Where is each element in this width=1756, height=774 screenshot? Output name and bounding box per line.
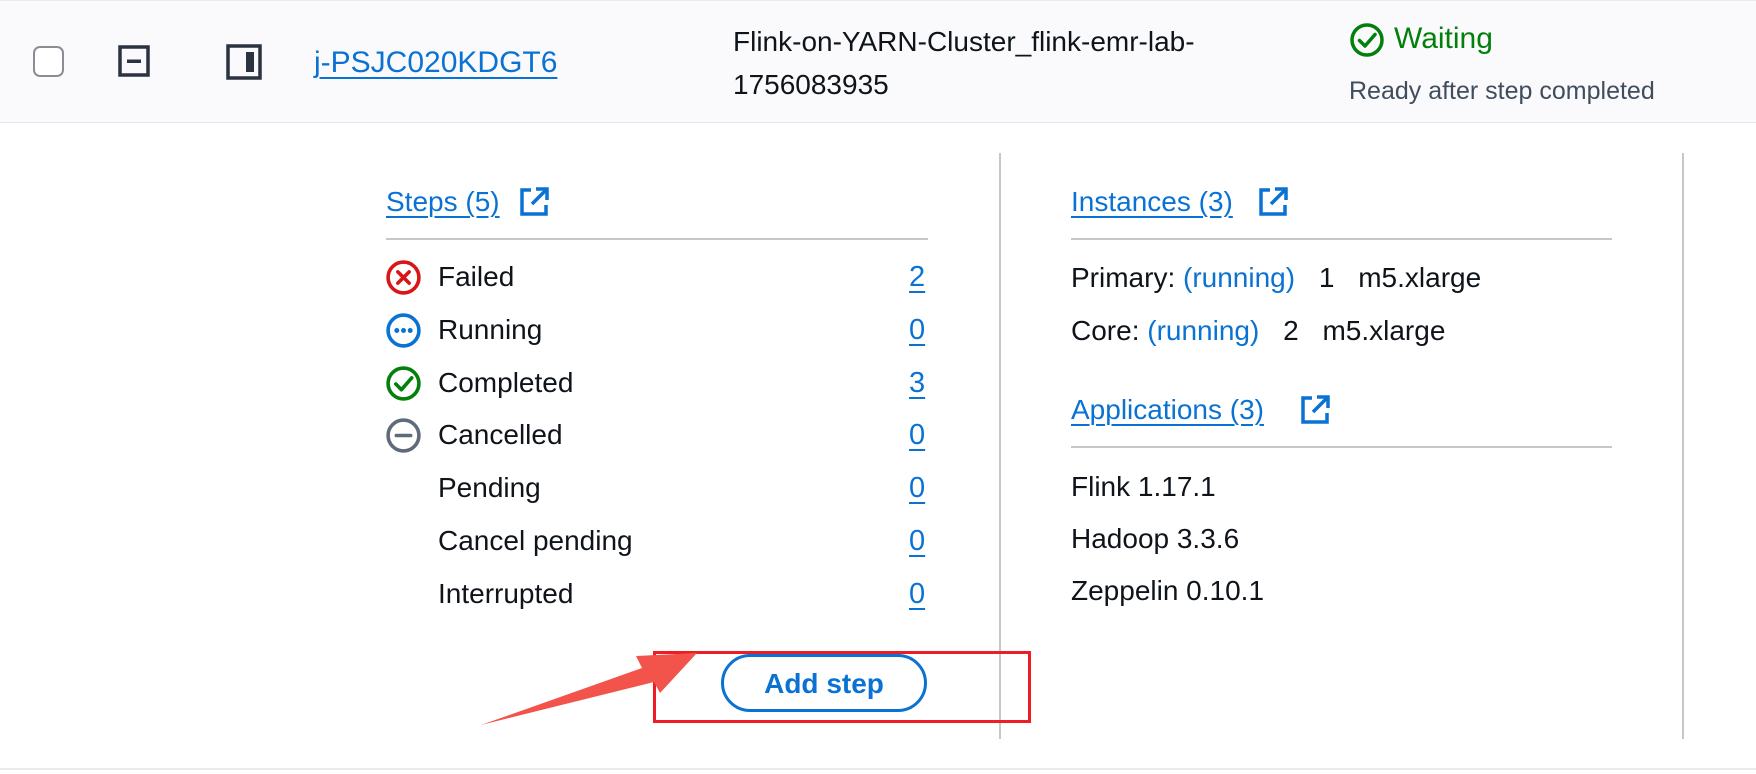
external-link-icon[interactable] — [1298, 393, 1332, 427]
core-instance-row: Core: (running) 2 m5.xlarge — [1071, 314, 1445, 348]
step-status-label: Cancelled — [438, 419, 563, 450]
application-item: Zeppelin 0.10.1 — [1071, 575, 1265, 606]
step-count-link[interactable]: 0 — [909, 313, 925, 347]
cluster-name-line2: 1756083935 — [733, 69, 889, 100]
applications-divider — [1071, 446, 1612, 448]
step-count-link[interactable]: 0 — [909, 418, 925, 452]
column-divider — [1682, 153, 1684, 739]
external-link-icon[interactable] — [517, 185, 551, 219]
primary-count: 1 — [1318, 262, 1335, 293]
application-item: Flink 1.17.1 — [1071, 471, 1216, 502]
step-count-link[interactable]: 0 — [909, 577, 925, 611]
step-status-label: Cancel pending — [438, 525, 633, 556]
cluster-row: j-PSJC020KDGT6 Flink-on-YARN-Cluster_fli… — [0, 0, 1756, 123]
add-step-button[interactable]: Add step — [721, 654, 927, 712]
step-count-link[interactable]: 2 — [909, 260, 925, 294]
ellipsis-circle-icon — [386, 313, 421, 348]
instances-link[interactable]: Instances (3) — [1071, 185, 1233, 219]
check-circle-icon — [386, 366, 421, 401]
primary-instance-type: m5.xlarge — [1358, 262, 1482, 293]
steps-divider — [386, 238, 928, 240]
x-circle-icon — [386, 260, 421, 295]
core-count: 2 — [1283, 315, 1299, 346]
row-select-checkbox[interactable] — [33, 46, 64, 77]
primary-state-link[interactable]: (running) — [1183, 262, 1295, 293]
step-status-label: Running — [438, 314, 543, 345]
cluster-status-detail: Ready after step completed — [1349, 77, 1655, 105]
step-status-label: Failed — [438, 261, 515, 292]
primary-label: Primary: — [1071, 262, 1176, 293]
collapse-row-icon[interactable] — [118, 45, 152, 79]
split-panel-icon[interactable] — [226, 44, 264, 80]
steps-link[interactable]: Steps (5) — [386, 185, 500, 219]
application-item: Hadoop 3.3.6 — [1071, 523, 1240, 554]
applications-link[interactable]: Applications (3) — [1071, 393, 1264, 427]
core-label: Core: — [1071, 315, 1140, 346]
minus-circle-icon — [386, 418, 421, 453]
step-count-link[interactable]: 0 — [909, 524, 925, 558]
external-link-icon[interactable] — [1256, 185, 1290, 219]
cluster-status: Waiting — [1394, 22, 1493, 55]
core-state-link[interactable]: (running) — [1147, 315, 1259, 346]
instances-divider — [1071, 238, 1612, 240]
step-count-link[interactable]: 3 — [909, 366, 925, 400]
row-bottom-border — [0, 768, 1756, 770]
step-status-label: Pending — [438, 472, 541, 503]
step-count-link[interactable]: 0 — [909, 471, 925, 505]
status-check-circle-icon — [1350, 23, 1384, 57]
step-status-label: Interrupted — [438, 578, 574, 609]
annotation-arrow-icon — [481, 653, 697, 725]
step-status-label: Completed — [438, 367, 574, 398]
primary-instance-row: Primary: (running) 1 m5.xlarge — [1071, 261, 1481, 295]
core-instance-type: m5.xlarge — [1322, 315, 1446, 346]
cluster-name-line1: Flink-on-YARN-Cluster_flink-emr-lab- — [733, 26, 1195, 57]
cluster-id-link[interactable]: j-PSJC020KDGT6 — [314, 45, 557, 81]
